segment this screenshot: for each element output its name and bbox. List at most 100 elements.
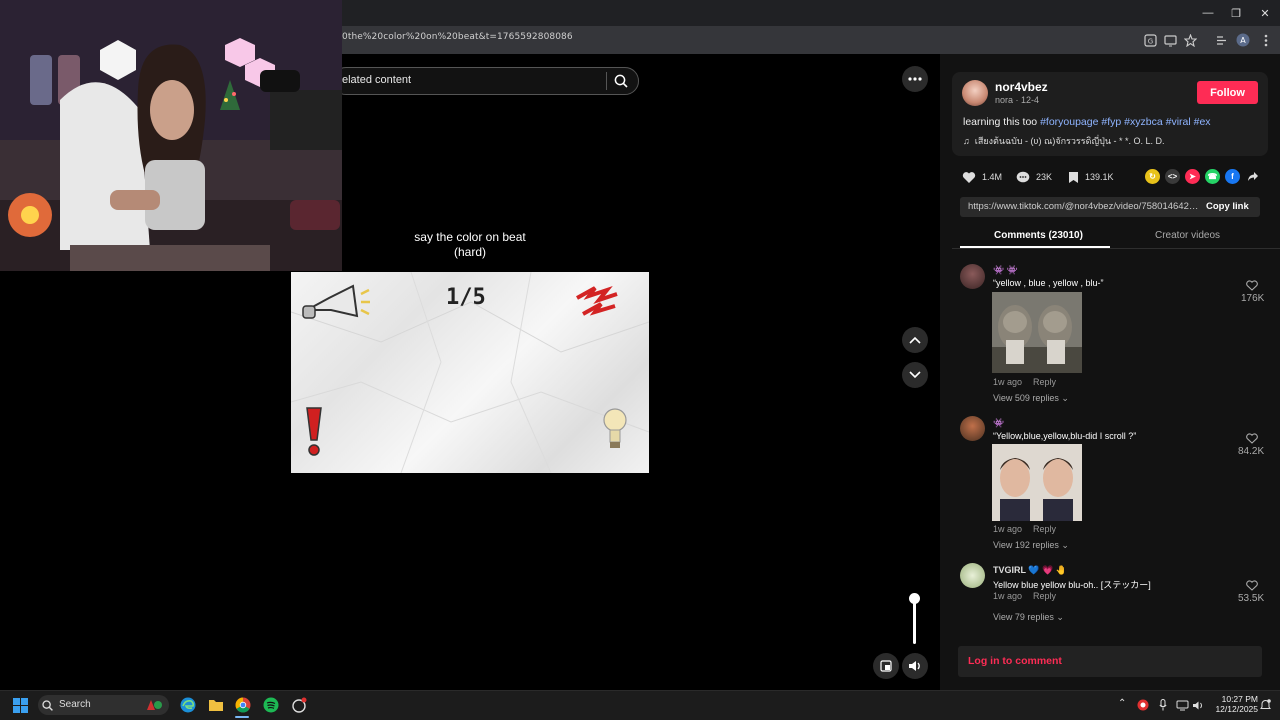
music-title[interactable]: เสียงต้นฉบับ - (ʋ) ณ)จักรวรรดิญี่ปุ่น - … [975, 136, 1165, 146]
comment-author[interactable]: 👾 👾 [993, 265, 1018, 276]
tab-comments[interactable]: Comments (23010) [994, 230, 1083, 241]
exclamation-icon [306, 407, 322, 456]
volume-slider[interactable] [913, 598, 916, 644]
lightbulb-icon [603, 408, 627, 448]
search-highlight-icon[interactable] [145, 696, 163, 714]
taskbar-search-label[interactable]: Search [59, 699, 91, 710]
app-icon[interactable] [290, 696, 308, 714]
volume-icon[interactable] [1191, 698, 1205, 712]
share-arrow-icon[interactable] [1245, 169, 1260, 184]
view-replies-button[interactable]: View 509 replies ⌄ [993, 393, 1069, 404]
username[interactable]: nor4vbez [995, 80, 1048, 94]
post-description: learning this too #foryoupage #fyp #xyzb… [963, 116, 1211, 128]
folder-icon[interactable] [207, 696, 225, 714]
notification-icon[interactable] [1258, 698, 1272, 712]
game-counter: 1/5 [446, 285, 486, 310]
whatsapp-icon[interactable]: ☎ [1205, 169, 1220, 184]
avatar[interactable] [960, 264, 985, 289]
description-text: learning this too [963, 116, 1038, 128]
search-divider [606, 72, 607, 90]
caption-line-1: say the color on beat [414, 230, 526, 244]
view-replies-label[interactable]: View 79 replies [993, 612, 1054, 622]
login-to-comment-link[interactable]: Log in to comment [968, 655, 1062, 667]
comment-text: “yellow , blue , yellow , blu-” [993, 278, 1104, 288]
comment-image[interactable] [992, 292, 1082, 373]
reply-button[interactable]: Reply [1033, 524, 1056, 534]
facebook-icon[interactable]: f [1225, 169, 1240, 184]
view-replies-button[interactable]: View 79 replies ⌄ [993, 612, 1064, 623]
next-video-icon[interactable] [902, 362, 928, 388]
profile-avatar-icon[interactable]: A [1235, 32, 1251, 48]
clock-time: 10:27 PM [1221, 694, 1258, 704]
view-replies-button[interactable]: View 192 replies ⌄ [993, 540, 1069, 551]
more-options-icon[interactable] [902, 66, 928, 92]
comment-like-count: 53.5K [1238, 593, 1265, 604]
embed-icon[interactable]: <> [1165, 169, 1180, 184]
send-icon[interactable]: ➤ [1185, 169, 1200, 184]
comment-author[interactable]: 👾 [993, 418, 1004, 429]
chrome-icon[interactable] [234, 696, 252, 714]
chevron-up-icon[interactable]: ⌃ [1118, 698, 1126, 709]
comment-time: 1w ago [993, 524, 1023, 534]
copy-link-button[interactable]: Copy link [1206, 201, 1249, 212]
video-caption: say the color on beat (hard) [380, 230, 560, 260]
avatar[interactable] [960, 563, 985, 588]
microphone-icon[interactable] [1156, 698, 1170, 712]
comment-text: Yellow blue yellow blu-oh.. [ステッカー] [993, 580, 1151, 590]
bookmark-icon[interactable] [1068, 171, 1079, 184]
url-text[interactable]: 0the%20color%20on%20beat&t=1765592808086 [342, 32, 573, 42]
megaphone-icon [302, 284, 370, 319]
related-search-text[interactable]: elated content [342, 74, 411, 86]
hashtag-viral[interactable]: #viral [1166, 116, 1191, 128]
extensions-icon[interactable] [1213, 32, 1229, 48]
previous-video-icon[interactable] [902, 327, 928, 353]
bookmark-star-icon[interactable] [1182, 32, 1198, 48]
edge-icon[interactable] [179, 696, 197, 714]
svg-text:G: G [1147, 37, 1152, 45]
mini-player-icon[interactable] [873, 653, 899, 679]
search-icon[interactable] [611, 71, 631, 91]
clock-date: 12/12/2025 [1215, 704, 1258, 714]
comment-time: 1w ago [993, 591, 1023, 601]
system-clock[interactable]: 10:27 PM 12/12/2025 [1208, 694, 1258, 714]
view-replies-label[interactable]: View 192 replies [993, 540, 1059, 550]
view-replies-label[interactable]: View 509 replies [993, 393, 1059, 403]
browser-menu-icon[interactable] [1258, 32, 1274, 48]
close-icon[interactable]: ✕ [1251, 0, 1279, 26]
comment-time: 1w ago [993, 377, 1023, 387]
hashtag-fyp[interactable]: #fyp [1101, 116, 1121, 128]
volume-slider-knob[interactable] [909, 593, 920, 604]
comment-author[interactable]: TVGIRL 💙 💗 🤚 [993, 565, 1067, 576]
follow-button[interactable]: Follow [1197, 81, 1258, 104]
windows-icon[interactable] [11, 696, 29, 714]
music-line[interactable]: ♫ เสียงต้นฉบับ - (ʋ) ณ)จักรวรรดิญี่ปุ่น … [963, 134, 1165, 148]
like-stat[interactable]: 1.4M [962, 169, 1002, 185]
reply-button[interactable]: Reply [1033, 377, 1056, 387]
translate-icon[interactable]: G [1142, 32, 1158, 48]
hashtag-xyzbca[interactable]: #xyzbca [1124, 116, 1163, 128]
avatar[interactable] [960, 416, 985, 441]
minimize-icon[interactable]: — [1194, 0, 1222, 26]
comment-count: 23K [1036, 172, 1053, 182]
reply-button[interactable]: Reply [1033, 591, 1056, 601]
heart-icon[interactable] [962, 171, 976, 184]
search-icon[interactable] [38, 697, 56, 713]
screen: — ❐ ✕ 0the%20color%20on%20beat&t=1765592… [0, 0, 1280, 720]
share-link-text[interactable]: https://www.tiktok.com/@nor4vbez/video/7… [968, 201, 1200, 212]
save-stat[interactable]: 139.1K [1068, 169, 1114, 185]
repost-icon[interactable]: ↻ [1145, 169, 1160, 184]
comment-bubble-icon[interactable] [1016, 171, 1030, 184]
spotify-icon[interactable] [262, 696, 280, 714]
tab-creator-videos[interactable]: Creator videos [1155, 230, 1220, 241]
cast-icon[interactable] [1162, 32, 1178, 48]
comment-stat[interactable]: 23K [1016, 169, 1052, 185]
hashtag-foryoupage[interactable]: #foryoupage [1040, 116, 1098, 128]
tabs-divider [952, 248, 1280, 249]
speaker-icon[interactable] [902, 653, 928, 679]
hashtag-ex[interactable]: #ex [1194, 116, 1211, 128]
comment-image[interactable] [992, 444, 1082, 525]
network-icon[interactable] [1175, 698, 1189, 712]
restore-icon[interactable]: ❐ [1222, 0, 1250, 26]
avatar[interactable] [962, 80, 988, 106]
tray-app-icon[interactable] [1136, 698, 1150, 712]
